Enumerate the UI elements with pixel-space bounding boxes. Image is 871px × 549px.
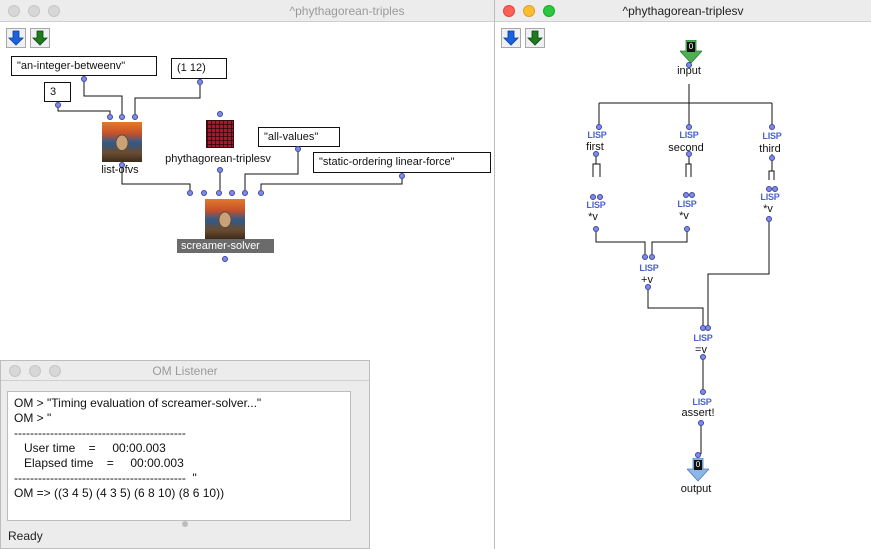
port[interactable] [645,284,651,290]
port[interactable] [769,155,775,161]
screamer-solver-icon[interactable] [205,199,245,239]
port[interactable] [197,79,203,85]
titlebar[interactable]: OM Listener [1,361,369,381]
port[interactable] [593,226,599,232]
window-title: OM Listener [152,364,218,378]
port[interactable] [689,192,695,198]
third-label: third [759,143,781,155]
port[interactable] [686,151,692,157]
listener-output[interactable]: OM > "Timing evaluation of screamer-solv… [7,391,351,521]
port[interactable] [216,190,222,196]
input-label: input [677,65,701,77]
listener-line: ----------------------------------------… [14,471,197,485]
lisp-icon: LISP [762,131,782,141]
port[interactable] [698,420,704,426]
port[interactable] [295,146,301,152]
status-text: Ready [8,529,43,543]
input-index-badge: 0 [687,42,695,52]
port[interactable] [132,114,138,120]
port[interactable] [399,173,405,179]
mul3-label: *v [763,203,773,215]
all-values-box[interactable]: "all-values" [258,127,340,147]
listener-line: OM => ((3 4 5) (4 3 5) (6 8 10) (8 6 10)… [14,486,225,500]
port[interactable] [700,389,706,395]
list-ofvs-label: list-ofvs [101,164,139,176]
port[interactable] [81,76,87,82]
value-three-box[interactable]: 3 [44,82,71,102]
triples-label: phythagorean-triplesv [165,153,271,165]
mul2-label: *v [679,210,689,222]
port[interactable] [107,114,113,120]
lisp-icon: LISP [693,333,713,343]
port[interactable] [642,254,648,260]
port[interactable] [55,102,61,108]
lisp-wires [592,84,775,454]
port[interactable] [201,190,207,196]
port[interactable] [766,216,772,222]
port[interactable] [229,190,235,196]
output-label: output [680,483,712,495]
lisp-icon: LISP [679,130,699,140]
list-ofvs-icon[interactable] [102,122,142,162]
port[interactable] [705,325,711,331]
port[interactable] [769,124,775,130]
port[interactable] [187,190,193,196]
port[interactable] [217,167,223,173]
port[interactable] [593,151,599,157]
port[interactable] [217,111,223,117]
port[interactable] [700,354,706,360]
port[interactable] [242,190,248,196]
port[interactable] [258,190,264,196]
ordering-box[interactable]: "static-ordering linear-force" [313,152,491,173]
assert-label: assert! [681,407,715,419]
port[interactable] [222,256,228,262]
lisp-icon: LISP [587,130,607,140]
lisp-icon: LISP [692,397,712,407]
listener-line: ----------------------------------------… [14,426,186,440]
listener-window: OM Listener OM > "Timing evaluation of s… [0,360,370,549]
port[interactable] [684,226,690,232]
mul1-label: *v [588,211,598,223]
integer-between-box[interactable]: "an-integer-betweenv" [11,56,157,76]
output-index-badge: 0 [694,460,702,470]
patch-grid-icon[interactable] [206,120,234,148]
screamer-solver-label: screamer-solver [177,239,274,253]
listener-line: OM > "Timing evaluation of screamer-solv… [14,396,262,410]
resize-handle[interactable] [182,521,188,527]
lisp-icon: LISP [760,192,780,202]
range-box[interactable]: (1 12) [171,58,227,79]
patch-window-triplesv: ^phythagorean-triplesv 0 input LISP firs… [494,0,871,549]
port[interactable] [119,114,125,120]
lisp-icon: LISP [586,200,606,210]
lisp-icon: LISP [639,263,659,273]
port[interactable] [649,254,655,260]
listener-line: User time = 00:00.003 [14,441,166,455]
lisp-icon: LISP [677,199,697,209]
listener-line: OM > " [14,411,52,425]
listener-line: Elapsed time = 00:00.003 [14,456,184,470]
